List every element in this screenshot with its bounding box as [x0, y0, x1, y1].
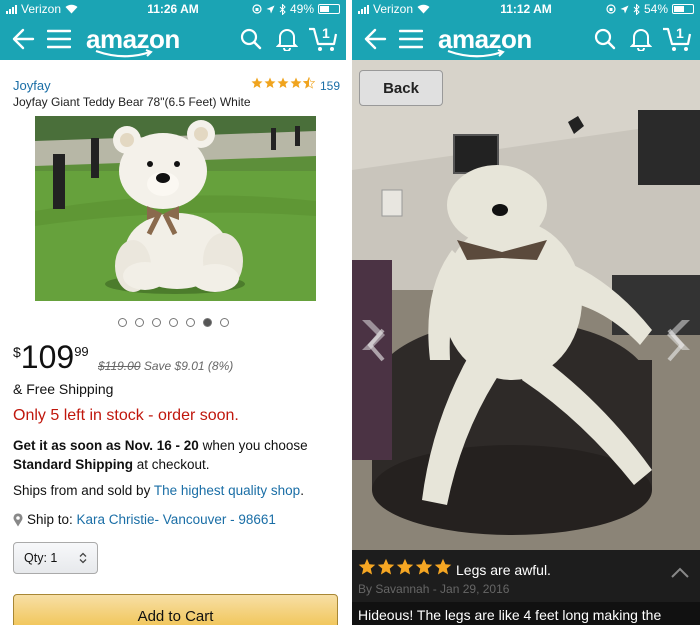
battery-percent: 54%: [643, 2, 668, 16]
list-price: $119.00 Save $9.01 (8%): [98, 359, 234, 373]
nav-bar: amazon 1: [352, 18, 700, 60]
carrier: Verizon: [358, 2, 430, 16]
status-bar: Verizon 11:26 AM 49%: [0, 0, 346, 18]
delivery-estimate: Get it as soon as Nov. 16 - 20 when you …: [13, 438, 308, 472]
star-full-icon: [358, 558, 376, 575]
quantity-selector[interactable]: Qty: 1: [13, 542, 98, 574]
back-button[interactable]: Back: [359, 70, 443, 106]
smile-arrow-icon: [95, 48, 153, 57]
cart-icon[interactable]: 1: [308, 24, 338, 54]
free-shipping: & Free Shipping: [13, 381, 114, 397]
notification-bell-icon[interactable]: [626, 24, 656, 54]
notification-bell-icon[interactable]: [272, 24, 302, 54]
location-pin-icon: [13, 512, 23, 526]
star-full-icon: [396, 558, 414, 575]
menu-icon[interactable]: [396, 24, 426, 54]
star-full-icon: [434, 558, 452, 575]
status-bar: Verizon 11:12 AM 54%: [352, 0, 700, 18]
carrier-name: Verizon: [21, 2, 62, 16]
amazon-logo[interactable]: amazon: [86, 24, 180, 57]
amazon-logo[interactable]: amazon: [438, 24, 532, 57]
quantity-value: 1: [50, 551, 58, 565]
search-icon[interactable]: [590, 24, 620, 54]
star-full-icon: [290, 77, 302, 88]
location-icon: [266, 5, 275, 13]
wifi-icon: [65, 4, 78, 14]
stock-notice: Only 5 left in stock - order soon.: [13, 407, 239, 424]
star-half-icon: [303, 77, 315, 89]
savings: Save $9.01 (8%): [143, 359, 234, 373]
back-arrow-icon[interactable]: [360, 24, 390, 54]
star-full-icon: [251, 77, 263, 88]
rating-stars[interactable]: [251, 77, 315, 89]
cart-count: 1: [676, 25, 684, 41]
carousel-dot[interactable]: [152, 318, 161, 327]
review-count-link[interactable]: 159: [320, 79, 340, 93]
carousel-dot[interactable]: [135, 318, 144, 327]
chevron-up-icon[interactable]: [670, 566, 690, 584]
carrier-name: Verizon: [373, 2, 414, 16]
sold-by: Ships from and sold by The highest quali…: [13, 483, 304, 498]
chevron-right-icon[interactable]: [662, 325, 690, 365]
battery-percent: 49%: [289, 2, 314, 16]
star-full-icon: [377, 558, 395, 575]
seller-link[interactable]: The highest quality shop: [154, 483, 300, 498]
price: $ 109 99: [13, 339, 89, 375]
star-full-icon: [415, 558, 433, 575]
product-title: Joyfay Giant Teddy Bear 78"(6.5 Feet) Wh…: [13, 95, 251, 109]
cart-icon[interactable]: 1: [662, 24, 692, 54]
review-photo-panel: Verizon 11:12 AM 54% amazon 1 Back Legs …: [352, 0, 700, 625]
star-full-icon: [264, 77, 276, 88]
location-icon: [620, 5, 629, 13]
star-full-icon: [277, 77, 289, 88]
carrier: Verizon: [6, 2, 78, 16]
nav-bar: amazon 1: [0, 18, 346, 60]
add-to-cart-button[interactable]: Add to Cart: [13, 594, 338, 625]
signal-icon: [358, 4, 369, 14]
customer-review-photo[interactable]: [352, 60, 700, 550]
carousel-dot[interactable]: [220, 318, 229, 327]
chevron-left-icon[interactable]: [362, 325, 390, 365]
battery-icon: [318, 4, 340, 14]
screenshot-pair: Verizon 11:26 AM 49% amazon 1 Joyfay 159…: [0, 0, 700, 625]
wifi-icon: [417, 4, 430, 14]
product-image[interactable]: [35, 116, 316, 301]
review-title: Legs are awful.: [456, 562, 551, 578]
bluetooth-icon: [279, 3, 286, 15]
review-byline: By Savannah - Jan 29, 2016: [358, 582, 510, 596]
ship-to-address[interactable]: Kara Christie- Vancouver - 98661: [77, 512, 276, 527]
carousel-dot[interactable]: [203, 318, 212, 327]
stepper-arrows-icon: [79, 552, 87, 564]
back-arrow-icon[interactable]: [8, 24, 38, 54]
cart-count: 1: [322, 25, 330, 41]
rotation-lock-icon: [606, 4, 616, 14]
carousel-dot[interactable]: [186, 318, 195, 327]
product-page-panel: Verizon 11:26 AM 49% amazon 1 Joyfay 159…: [0, 0, 346, 625]
bluetooth-icon: [633, 3, 640, 15]
image-carousel-dots[interactable]: [118, 318, 229, 327]
battery-icon: [672, 4, 694, 14]
search-icon[interactable]: [236, 24, 266, 54]
signal-icon: [6, 4, 17, 14]
review-text: Hideous! The legs are like 4 feet long m…: [352, 602, 700, 625]
review-stars: [358, 558, 452, 576]
rotation-lock-icon: [252, 4, 262, 14]
menu-icon[interactable]: [44, 24, 74, 54]
brand-link[interactable]: Joyfay: [13, 78, 51, 93]
smile-arrow-icon: [447, 48, 505, 57]
carousel-dot[interactable]: [169, 318, 178, 327]
ship-to[interactable]: Ship to: Kara Christie- Vancouver - 9866…: [13, 512, 276, 527]
carousel-dot[interactable]: [118, 318, 127, 327]
